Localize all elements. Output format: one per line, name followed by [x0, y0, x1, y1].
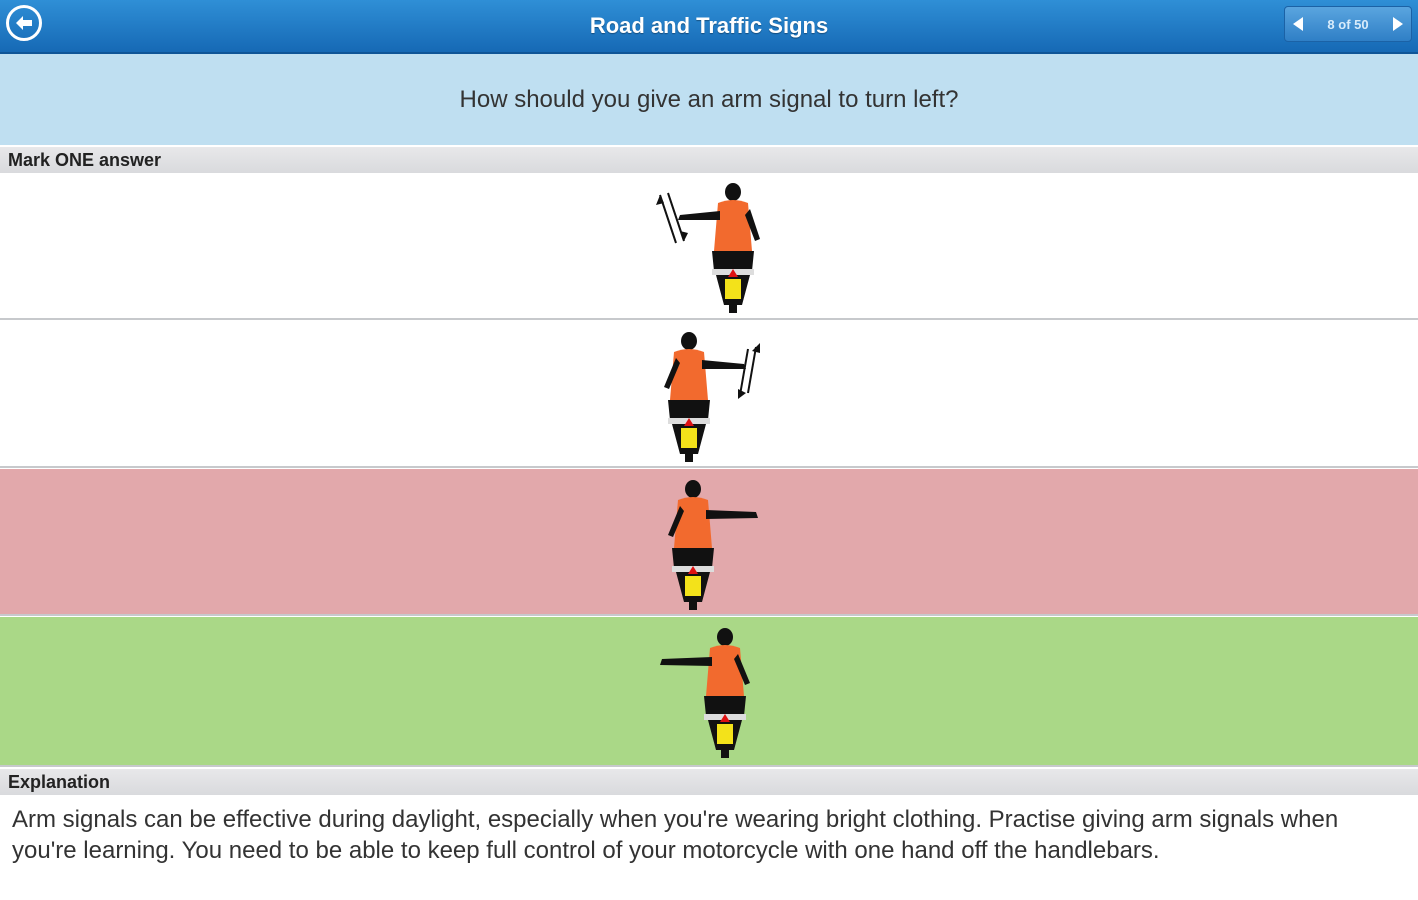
- rider-signal-slow-down-left-image: [656, 183, 760, 313]
- answer-option-2[interactable]: [0, 321, 1418, 468]
- question-navigator: 8 of 50: [1284, 6, 1412, 42]
- answer-option-1[interactable]: [0, 173, 1418, 320]
- chevron-left-icon: [1293, 17, 1303, 31]
- previous-question-button[interactable]: [1285, 7, 1311, 41]
- question-counter: 8 of 50: [1327, 16, 1369, 32]
- next-question-button[interactable]: [1385, 7, 1411, 41]
- answers-label: Mark ONE answer: [0, 147, 1418, 173]
- chevron-right-icon: [1393, 17, 1403, 31]
- rider-signal-right-turn-image: [668, 480, 758, 610]
- answer-option-4[interactable]: [0, 617, 1418, 767]
- page-title: Road and Traffic Signs: [589, 13, 829, 38]
- question-text: How should you give an arm signal to tur…: [0, 54, 1418, 145]
- rider-signal-left-turn-image: [660, 628, 750, 758]
- answer-option-3[interactable]: [0, 469, 1418, 616]
- rider-signal-slow-down-right-image: [664, 332, 760, 462]
- explanation-label: Explanation: [0, 769, 1418, 795]
- top-bar: Road and Traffic Signs 8 of 50: [0, 0, 1418, 54]
- explanation-text: Arm signals can be effective during dayl…: [12, 806, 1339, 864]
